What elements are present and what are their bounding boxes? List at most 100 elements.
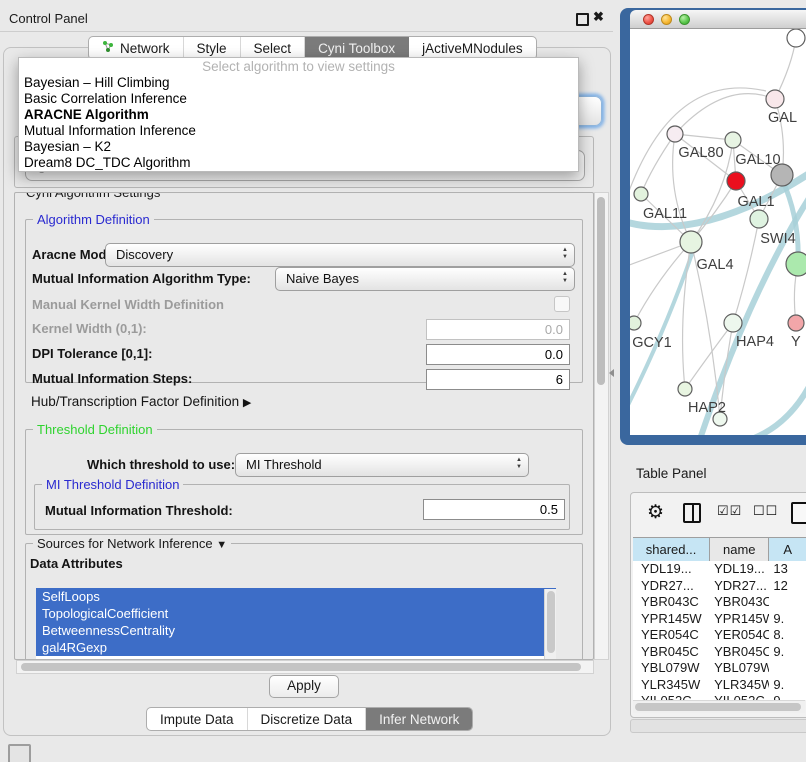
expand-down-icon[interactable]: ▼ [216, 539, 227, 551]
close-panel-icon[interactable]: ✖ [593, 9, 604, 25]
hub-definition-toggle[interactable]: Hub/Transcription Factor Definition ▶ [31, 394, 251, 409]
table-row[interactable]: YLR345WYLR345W9. [633, 677, 806, 694]
splitter-collapse-icon[interactable] [609, 369, 614, 377]
table-cell: 8. [769, 627, 806, 644]
attributes-scrollbar[interactable] [544, 589, 556, 659]
table-horizontal-scrollbar[interactable] [633, 700, 805, 713]
gear-icon[interactable]: ⚙ [647, 501, 664, 524]
algorithm-definition-title: Algorithm Definition [33, 212, 154, 227]
scrollbar-thumb[interactable] [21, 663, 581, 671]
algorithm-popup-placeholder: Select algorithm to view settings [19, 58, 578, 75]
network-node-gal10[interactable] [725, 132, 741, 148]
mi-type-value: Naive Bayes [286, 271, 359, 286]
minimize-window-icon[interactable] [661, 14, 672, 25]
settings-horizontal-scrollbar[interactable] [16, 660, 594, 674]
tab-cyni-toolbox[interactable]: Cyni Toolbox [305, 37, 409, 59]
table-cell: YBR045C [710, 644, 769, 661]
network-node-hap2[interactable] [678, 382, 692, 396]
tab-label: Cyni Toolbox [318, 41, 395, 56]
mi-steps-field[interactable]: 6 [426, 369, 570, 390]
network-node-gal80[interactable] [667, 126, 683, 142]
node-label-gal4: GAL4 [696, 257, 733, 273]
minimized-panel-icon[interactable] [8, 744, 31, 762]
which-threshold-value: MI Threshold [246, 457, 322, 472]
close-window-icon[interactable] [643, 14, 654, 25]
select-all-checkboxes-icon[interactable]: ☑☑ [717, 503, 742, 519]
table-row[interactable]: YER054CYER054C8. [633, 627, 806, 644]
network-node-y[interactable] [788, 315, 804, 331]
table-cell [769, 594, 806, 611]
table-row[interactable]: YPR145WYPR145W9. [633, 611, 806, 628]
network-node-gal1[interactable] [727, 172, 745, 190]
tab-style[interactable]: Style [184, 37, 241, 59]
attribute-item-topologicalcoefficient[interactable]: TopologicalCoefficient [36, 605, 556, 622]
network-node-swi4[interactable] [750, 210, 768, 228]
attribute-item-gal4rgexp[interactable]: gal4RGexp [36, 639, 556, 656]
table-row[interactable]: YDR27...YDR27...12 [633, 578, 806, 595]
new-table-icon[interactable] [791, 502, 806, 524]
column-header-name[interactable]: name [710, 538, 769, 561]
network-node-gal4[interactable] [680, 231, 702, 253]
algorithm-option-bayesian-hill-climbing[interactable]: Bayesian – Hill Climbing [19, 75, 578, 91]
mi-type-combo[interactable]: Naive Bayes ▲▼ [275, 267, 575, 291]
algorithm-option-basic-correlation-inference[interactable]: Basic Correlation Inference [19, 91, 578, 107]
manual-kernel-checkbox[interactable] [554, 296, 570, 312]
tab-select[interactable]: Select [241, 37, 306, 59]
table-row[interactable]: YBR045CYBR045C9. [633, 644, 806, 661]
table-row[interactable]: YBL079WYBL079W [633, 660, 806, 677]
table-header-row: shared...nameA [633, 537, 806, 562]
table-cell: YER054C [710, 627, 769, 644]
network-node[interactable] [786, 252, 806, 276]
tab-infer-network[interactable]: Infer Network [366, 708, 472, 730]
aracne-mode-combo[interactable]: Discovery ▲▼ [105, 243, 575, 267]
tab-label: jActiveMNodules [422, 41, 523, 56]
application-window: Control Panel ✖ NetworkStyleSelectCyni T… [0, 0, 806, 762]
tab-discretize-data[interactable]: Discretize Data [248, 708, 367, 730]
algorithm-option-list: Bayesian – Hill ClimbingBasic Correlatio… [19, 75, 578, 171]
table-row[interactable]: YDL19...YDL19...13 [633, 561, 806, 578]
network-node-hap4[interactable] [724, 314, 742, 332]
network-node-gal11[interactable] [634, 187, 648, 201]
table-cell: YDL19... [710, 561, 769, 578]
algorithm-option-bayesian-k2[interactable]: Bayesian – K2 [19, 139, 578, 155]
apply-button[interactable]: Apply [269, 675, 339, 698]
header-divider [0, 31, 613, 32]
dpi-tolerance-field[interactable]: 0.0 [426, 344, 570, 365]
deselect-all-checkboxes-icon[interactable]: ☐☐ [753, 503, 778, 519]
which-threshold-combo[interactable]: MI Threshold ▲▼ [235, 453, 529, 477]
tab-impute-data[interactable]: Impute Data [147, 708, 248, 730]
table-row[interactable]: YBR043CYBR043C [633, 594, 806, 611]
network-edge [675, 134, 733, 140]
settings-vertical-scrollbar[interactable] [594, 192, 609, 660]
algorithm-option-aracne-algorithm[interactable]: ARACNE Algorithm [19, 107, 578, 123]
network-edge [641, 134, 675, 194]
zoom-window-icon[interactable] [679, 14, 690, 25]
mi-threshold-field[interactable]: 0.5 [423, 499, 565, 520]
network-canvas[interactable]: GALGAL80GAL10GAL1GAL11SWI4GAL4GCY1HAP4YH… [630, 29, 806, 435]
network-node[interactable] [787, 29, 805, 47]
table-cell: YDR27... [710, 578, 769, 595]
split-columns-icon[interactable] [683, 503, 701, 523]
kernel-width-field[interactable]: 0.0 [426, 319, 570, 340]
attribute-item-selfloops[interactable]: SelfLoops [36, 588, 556, 605]
column-header-shared-[interactable]: shared... [633, 538, 710, 561]
table-panel-title: Table Panel [636, 466, 707, 481]
tab-jactivemnodules[interactable]: jActiveMNodules [409, 37, 536, 59]
network-window-titlebar[interactable] [630, 10, 806, 29]
tab-label: Style [197, 41, 227, 56]
attribute-item-betweennesscentrality[interactable]: BetweennessCentrality [36, 622, 556, 639]
scrollbar-thumb[interactable] [547, 591, 555, 653]
algorithm-option-dream8-dc-tdc-algorithm[interactable]: Dream8 DC_TDC Algorithm [19, 155, 578, 171]
node-label-hap4: HAP4 [736, 334, 774, 350]
scrollbar-thumb[interactable] [635, 703, 801, 711]
algorithm-option-mutual-information-inference[interactable]: Mutual Information Inference [19, 123, 578, 139]
float-panel-icon[interactable] [576, 13, 589, 26]
data-attributes-list[interactable]: SelfLoopsTopologicalCoefficientBetweenne… [36, 588, 556, 660]
scrollbar-thumb[interactable] [597, 197, 605, 385]
column-header-a[interactable]: A [769, 538, 806, 561]
table-row[interactable]: YIL052CYIL052C9 [633, 693, 806, 700]
network-node-gal[interactable] [766, 90, 784, 108]
tab-network[interactable]: Network [89, 37, 184, 59]
network-node-gcy1[interactable] [630, 316, 641, 330]
table-cell: 9. [769, 611, 806, 628]
